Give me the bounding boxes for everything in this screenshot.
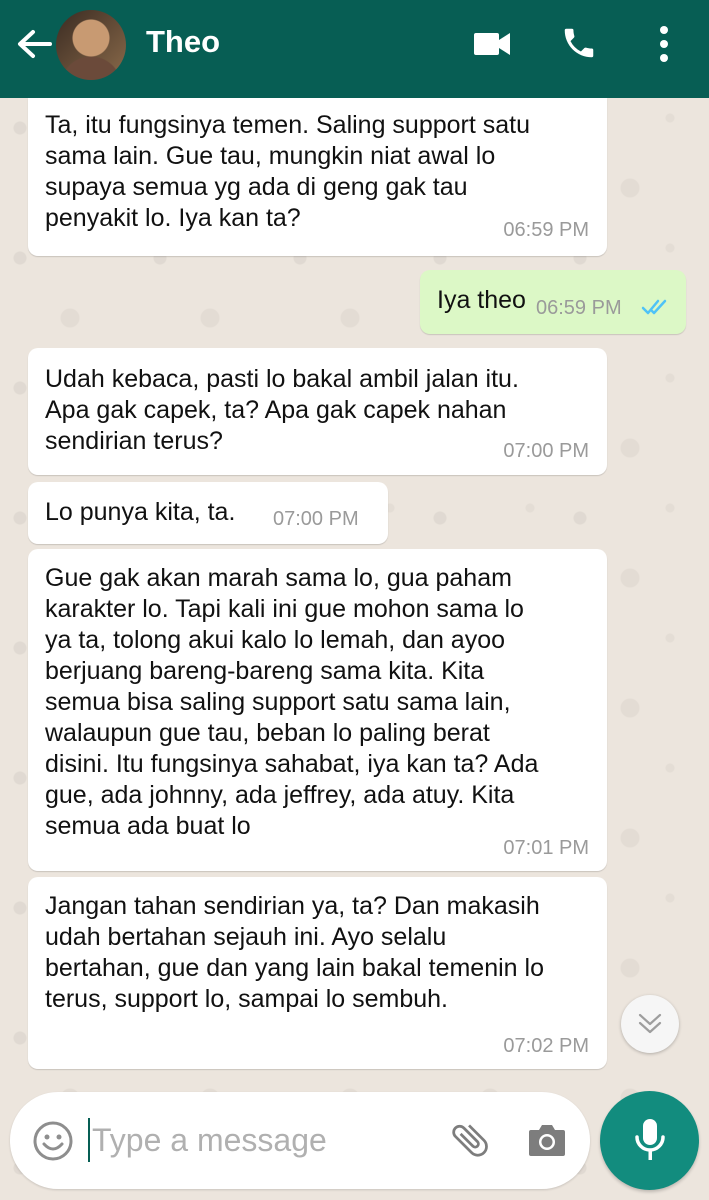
more-vert-icon[interactable] xyxy=(654,22,674,66)
text-caret xyxy=(88,1118,90,1162)
message-text: Jangan tahan sendirian ya, ta? Dan makas… xyxy=(45,892,544,1013)
message-bubble-outgoing[interactable]: Iya theo 06:59 PM xyxy=(420,270,686,334)
message-time: 07:00 PM xyxy=(273,508,359,530)
message-time: 07:02 PM xyxy=(503,1035,589,1057)
message-composer xyxy=(10,1092,590,1189)
contact-name[interactable]: Theo xyxy=(146,22,220,62)
voice-record-button[interactable] xyxy=(600,1091,699,1190)
message-bubble-incoming[interactable]: Jangan tahan sendirian ya, ta? Dan makas… xyxy=(28,877,607,1069)
scroll-to-bottom-button[interactable] xyxy=(621,995,679,1053)
double-chevron-down-icon xyxy=(638,1013,662,1034)
message-bubble-incoming[interactable]: Lo punya kita, ta. 07:00 PM xyxy=(28,482,388,544)
message-text: Gue gak akan marah sama lo, gua paham ka… xyxy=(45,564,539,840)
video-call-icon[interactable] xyxy=(472,26,512,62)
message-time: 06:59 PM xyxy=(503,219,589,241)
message-time: 07:00 PM xyxy=(503,440,589,462)
avatar[interactable] xyxy=(56,10,126,80)
camera-icon[interactable] xyxy=(525,1118,569,1162)
mic-icon xyxy=(635,1119,665,1160)
message-input[interactable] xyxy=(92,1116,432,1164)
message-text: Ta, itu fungsinya temen. Saling support … xyxy=(45,111,531,232)
attach-icon[interactable] xyxy=(448,1118,492,1162)
message-bubble-incoming[interactable]: Ta, itu fungsinya temen. Saling support … xyxy=(28,98,607,256)
read-double-tick-icon xyxy=(641,299,667,315)
message-text: Iya theo xyxy=(437,286,526,314)
message-text: Udah kebaca, pasti lo bakal ambil jalan … xyxy=(45,365,519,455)
emoji-icon[interactable] xyxy=(32,1120,74,1162)
message-bubble-incoming[interactable]: Udah kebaca, pasti lo bakal ambil jalan … xyxy=(28,348,607,475)
message-bubble-incoming[interactable]: Gue gak akan marah sama lo, gua paham ka… xyxy=(28,549,607,871)
chat-header: Theo xyxy=(0,0,709,98)
message-time: 06:59 PM xyxy=(536,297,622,319)
phone-icon[interactable] xyxy=(560,24,598,62)
message-text: Lo punya kita, ta. xyxy=(45,498,236,526)
back-arrow-icon[interactable] xyxy=(14,24,54,64)
message-time: 07:01 PM xyxy=(503,837,589,859)
